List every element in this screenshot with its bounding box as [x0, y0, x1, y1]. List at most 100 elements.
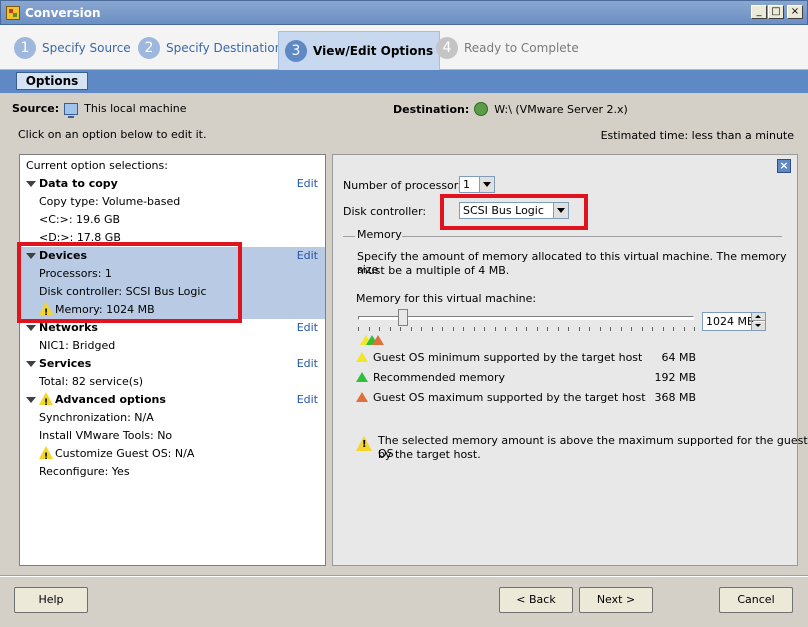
slider-tick: [452, 327, 454, 331]
wizard-steps: 1 Specify Source 2 Specify Destination 3…: [0, 25, 808, 70]
slider-tick: [641, 327, 643, 331]
app-icon: [6, 6, 20, 20]
step-specify-destination[interactable]: 2 Specify Destination: [138, 33, 282, 63]
slider-tick: [463, 327, 464, 331]
step-number: 3: [285, 40, 307, 62]
slider-tick: [694, 327, 695, 331]
divider: [402, 236, 782, 237]
option-services[interactable]: Services Edit: [20, 355, 325, 373]
options-list-header: Current option selections:: [26, 159, 168, 172]
step-ready-to-complete: 4 Ready to Complete: [436, 33, 579, 63]
slider-tick: [536, 327, 538, 331]
spinner-up-icon[interactable]: [751, 313, 765, 321]
memory-slider-handle[interactable]: [398, 309, 408, 326]
source-info: Source: This local machine: [12, 102, 187, 118]
slider-tick: [442, 327, 443, 331]
estimated-time: Estimated time: less than a minute: [600, 129, 794, 142]
back-button[interactable]: < Back: [499, 587, 573, 613]
slider-tick: [568, 327, 569, 331]
close-panel-icon[interactable]: ×: [777, 159, 791, 173]
help-button[interactable]: Help: [14, 587, 88, 613]
legend-max-memory: Guest OS maximum supported by the target…: [356, 390, 696, 406]
slider-tick: [484, 327, 485, 331]
subtab-bar: Options: [0, 70, 808, 93]
window-title: Conversion: [25, 6, 101, 20]
collapse-arrow-icon[interactable]: [26, 181, 36, 187]
list-item: Copy type: Volume-based: [39, 195, 181, 208]
slider-tick: [557, 327, 559, 331]
slider-tick: [652, 327, 653, 331]
slider-tick: [431, 327, 433, 331]
list-item: NIC1: Bridged: [39, 339, 116, 352]
list-item: Synchronization: N/A: [39, 411, 154, 424]
slider-tick: [494, 327, 496, 331]
memory-warning-text: by the target host.: [378, 448, 481, 461]
divider: [0, 575, 808, 577]
step-number: 4: [436, 37, 458, 59]
computer-icon: [64, 102, 79, 118]
slider-tick: [683, 327, 685, 331]
minimize-button[interactable]: _: [751, 5, 767, 19]
edit-link-advanced[interactable]: Edit: [297, 391, 318, 409]
slider-tick: [473, 327, 475, 331]
memory-slider-ticks: [358, 327, 695, 332]
slider-tick: [673, 327, 674, 331]
spinner-down-icon[interactable]: [751, 322, 765, 330]
highlight-box: [440, 194, 588, 230]
collapse-arrow-icon[interactable]: [26, 397, 36, 403]
warning-icon: [39, 392, 53, 412]
memory-description: must be a multiple of 4 MB.: [357, 264, 510, 277]
processors-select[interactable]: 1: [459, 176, 495, 193]
slider-tick: [620, 327, 622, 331]
tab-options[interactable]: Options: [16, 72, 88, 90]
edit-link-devices[interactable]: Edit: [297, 247, 318, 265]
slider-tick: [505, 327, 506, 331]
memory-slider-label: Memory for this virtual machine:: [356, 292, 537, 305]
step-label: View/Edit Options: [313, 44, 434, 58]
edit-link-services[interactable]: Edit: [297, 355, 318, 373]
slider-tick: [358, 327, 359, 331]
step-label: Specify Source: [42, 41, 131, 55]
step-number: 2: [138, 37, 160, 59]
slider-tick: [578, 327, 580, 331]
edit-link-networks[interactable]: Edit: [297, 319, 318, 337]
title-bar: Conversion _ □ ×: [0, 0, 808, 25]
step-view-edit-options[interactable]: 3 View/Edit Options: [278, 31, 441, 70]
step-label: Specify Destination: [166, 41, 283, 55]
close-window-button[interactable]: ×: [787, 5, 803, 19]
memory-size-input[interactable]: 1024 MB: [702, 312, 766, 331]
warning-icon: [356, 436, 372, 451]
maximize-button[interactable]: □: [768, 5, 784, 19]
source-value: This local machine: [84, 102, 187, 115]
yellow-triangle-icon: [356, 352, 368, 362]
slider-tick: [368, 327, 370, 331]
slider-tick: [515, 327, 517, 331]
chevron-down-icon[interactable]: [479, 177, 494, 192]
green-triangle-icon: [356, 372, 368, 382]
divider: [343, 236, 355, 237]
destination-label: Destination:: [393, 102, 470, 116]
legend-recommended-memory: Recommended memory 192 MB: [356, 370, 696, 386]
next-button[interactable]: Next >: [579, 587, 653, 613]
memory-slider-track[interactable]: [358, 316, 694, 320]
edit-link-data-to-copy[interactable]: Edit: [297, 175, 318, 193]
list-item: Reconfigure: Yes: [39, 465, 130, 478]
collapse-arrow-icon[interactable]: [26, 325, 36, 331]
slider-tick: [410, 327, 412, 331]
vmware-server-icon: [474, 102, 489, 116]
collapse-arrow-icon[interactable]: [26, 361, 36, 367]
slider-tick: [662, 327, 664, 331]
slider-tick: [610, 327, 611, 331]
list-item: <C:>: 19.6 GB: [39, 213, 121, 226]
list-item: Total: 82 service(s): [39, 375, 144, 388]
highlight-box: [17, 242, 242, 323]
processors-label: Number of processors:: [343, 179, 468, 192]
option-advanced[interactable]: Advanced options Edit: [20, 391, 325, 412]
destination-value: W:\ (VMware Server 2.x): [494, 102, 628, 116]
cancel-button[interactable]: Cancel: [719, 587, 793, 613]
option-data-to-copy[interactable]: Data to copy Edit: [20, 175, 325, 193]
step-specify-source[interactable]: 1 Specify Source: [14, 33, 131, 63]
source-label: Source:: [12, 102, 60, 115]
orange-triangle-icon: [356, 392, 368, 402]
slider-tick: [631, 327, 632, 331]
